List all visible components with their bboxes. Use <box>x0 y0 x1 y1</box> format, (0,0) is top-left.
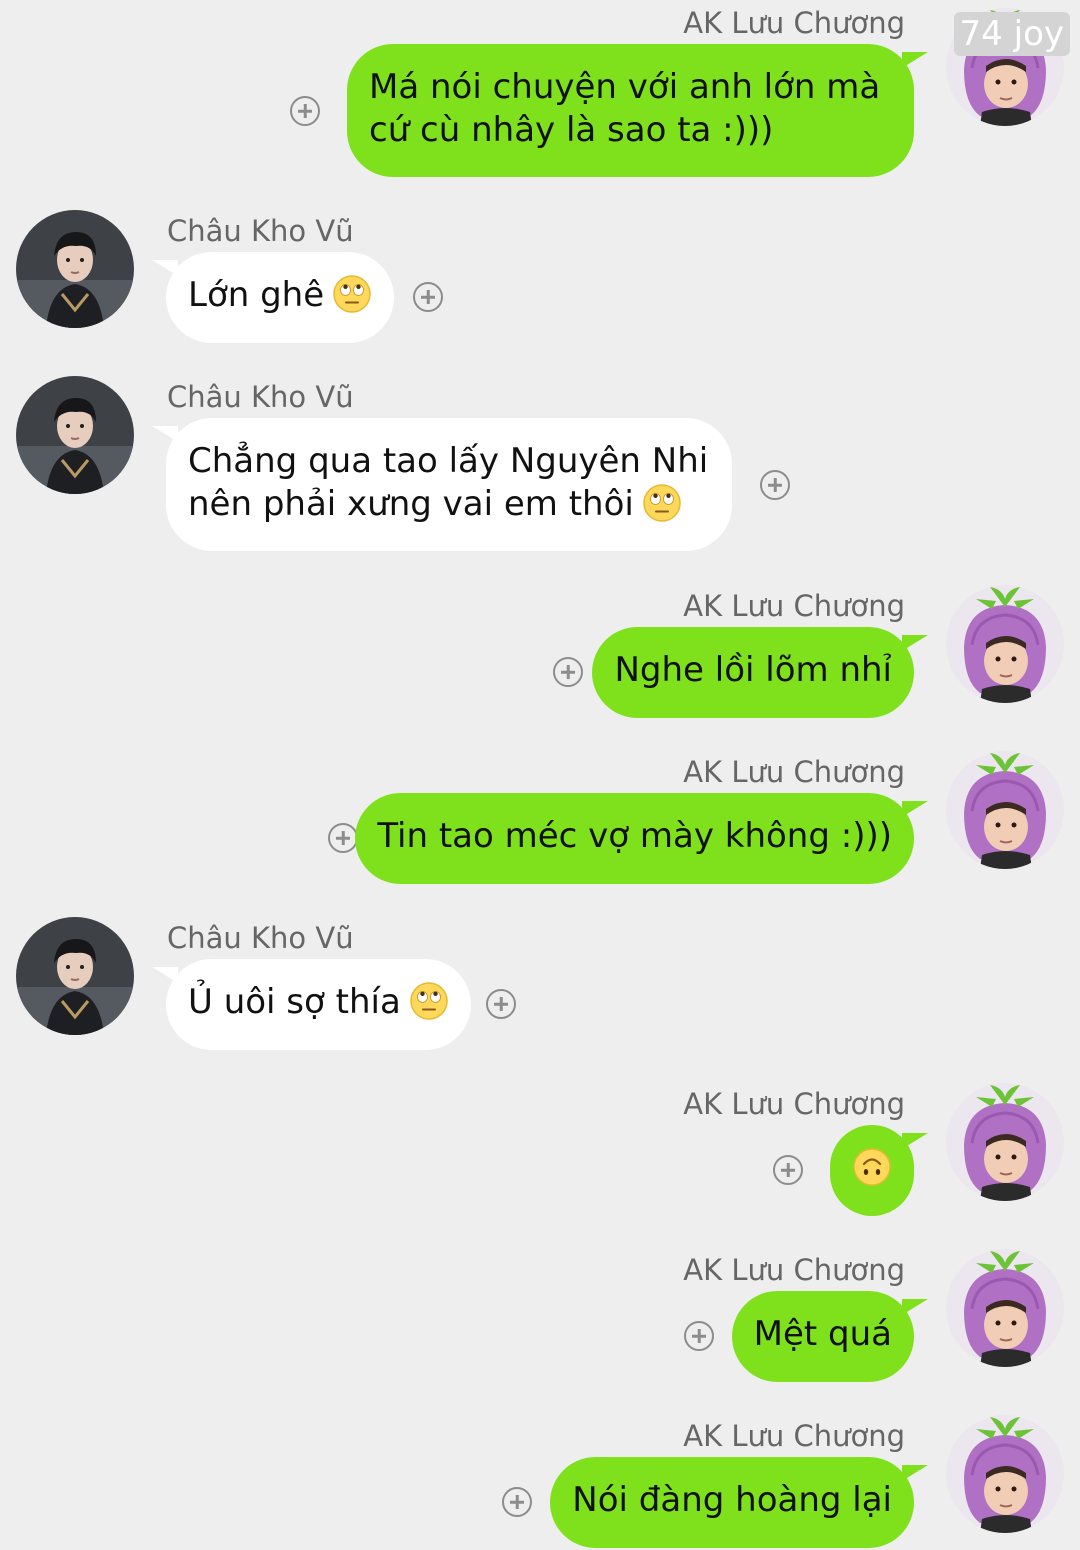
message-bubble[interactable] <box>830 1125 928 1216</box>
add-reaction-icon[interactable] <box>502 1487 532 1517</box>
message-bubble[interactable]: Má nói chuyện với anh lớn mà cứ cù nhây … <box>347 44 928 177</box>
avatar[interactable] <box>16 917 134 1035</box>
message-bubble[interactable]: Nghe lồi lõm nhỉ <box>592 627 928 718</box>
avatar[interactable] <box>16 210 134 328</box>
sender-name: AK Lưu Chương <box>683 589 905 623</box>
add-reaction-icon[interactable] <box>553 657 583 687</box>
message-bubble[interactable]: Mệt quá <box>731 1291 929 1382</box>
watermark-label: 74 joy <box>953 12 1070 56</box>
sender-name: AK Lưu Chương <box>683 1253 905 1287</box>
message-line: cứ cù nhây là sao ta :))) <box>369 110 774 150</box>
message-line: nên phải xưng vai em thôi <box>188 484 634 524</box>
add-reaction-icon[interactable] <box>684 1321 714 1351</box>
message-bubble[interactable]: Tin tao méc vợ mày không :))) <box>355 793 928 884</box>
message-bubble[interactable]: Nói đàng hoàng lại <box>550 1457 928 1548</box>
add-reaction-icon[interactable] <box>486 989 516 1019</box>
message-text: Tin tao méc vợ mày không :))) <box>377 816 892 856</box>
avatar[interactable] <box>946 1249 1064 1367</box>
message-line: Chẳng qua tao lấy Nguyên Nhi <box>188 441 709 481</box>
sender-name: AK Lưu Chương <box>683 755 905 789</box>
avatar[interactable] <box>946 751 1064 869</box>
message-text: Lớn ghê <box>188 275 325 315</box>
avatar[interactable] <box>946 585 1064 703</box>
eye-roll-emoji-icon <box>332 274 372 314</box>
avatar[interactable] <box>946 1083 1064 1201</box>
message-bubble[interactable]: Ủ uôi sợ thía <box>152 959 471 1050</box>
sender-name: Châu Kho Vũ <box>167 214 354 248</box>
avatar[interactable] <box>16 376 134 494</box>
message-bubble[interactable]: Lớn ghê <box>151 252 395 343</box>
add-reaction-icon[interactable] <box>328 823 358 853</box>
eye-roll-emoji-icon <box>409 981 449 1021</box>
message-text: Nghe lồi lõm nhỉ <box>614 650 892 690</box>
upside-down-face-emoji-icon <box>852 1147 892 1187</box>
add-reaction-icon[interactable] <box>760 470 790 500</box>
sender-name: AK Lưu Chương <box>683 6 905 40</box>
message-text: Ủ uôi sợ thía <box>188 982 401 1022</box>
message-text: Mệt quá <box>753 1314 892 1354</box>
add-reaction-icon[interactable] <box>773 1155 803 1185</box>
eye-roll-emoji-icon <box>642 483 682 523</box>
message-line: Má nói chuyện với anh lớn mà <box>369 67 881 107</box>
sender-name: Châu Kho Vũ <box>167 921 354 955</box>
message-text: Nói đàng hoàng lại <box>572 1480 892 1520</box>
sender-name: Châu Kho Vũ <box>167 380 354 414</box>
add-reaction-icon[interactable] <box>290 96 320 126</box>
add-reaction-icon[interactable] <box>413 282 443 312</box>
sender-name: AK Lưu Chương <box>683 1419 905 1453</box>
sender-name: AK Lưu Chương <box>683 1087 905 1121</box>
avatar[interactable] <box>946 1415 1064 1533</box>
message-bubble[interactable]: Chẳng qua tao lấy Nguyên Nhi nên phải xư… <box>152 418 732 551</box>
